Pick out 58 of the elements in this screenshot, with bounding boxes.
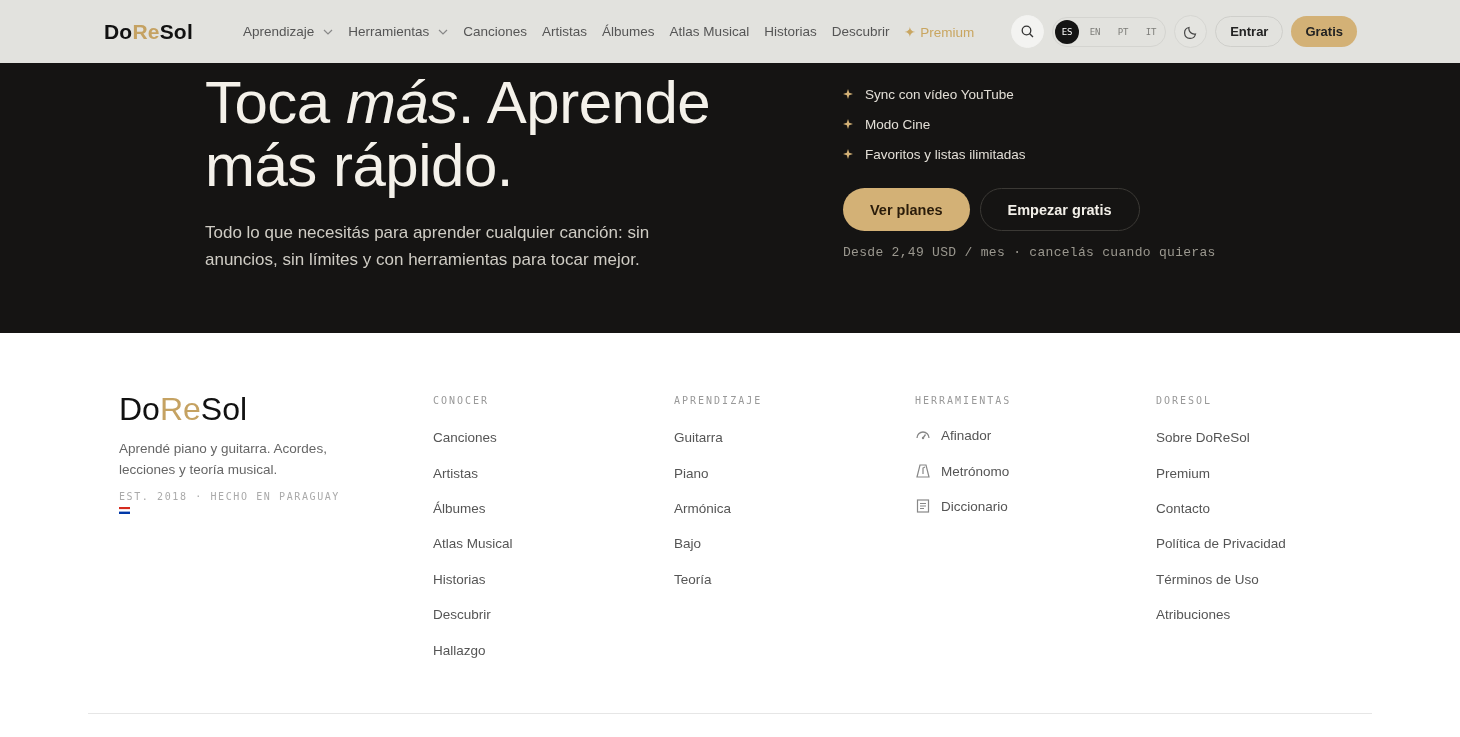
footer-link[interactable]: Diccionario [941,498,1008,514]
language-option[interactable]: ES [1055,19,1080,44]
footer-link[interactable]: Hallazgo [433,642,486,658]
nav-link[interactable]: Álbumes [602,24,655,39]
theme-toggle-button[interactable] [1174,15,1208,48]
footer-link[interactable]: Armónica [674,500,732,516]
footer-link[interactable]: Canciones [433,430,497,446]
sparkle-icon [843,89,853,99]
chevron-down-icon [323,28,334,35]
signup-button[interactable]: Gratis [1291,16,1357,47]
feature-text: Sync con vídeo YouTube [865,86,1014,102]
column-heading: APRENDIZAJE [674,395,764,406]
search-icon [1021,25,1035,38]
metronome-icon [915,463,931,480]
search-button[interactable] [1011,15,1045,48]
document-icon [915,498,931,515]
footer-link[interactable]: Términos de Uso [1156,571,1259,587]
footer-link[interactable]: Afinador [941,428,992,444]
nav-link[interactable]: Artistas [542,24,588,39]
nav-link[interactable]: Descubrir [831,24,890,39]
column-heading: HERRAMIENTAS [915,395,1013,406]
footer-link[interactable]: Bajo [674,536,702,552]
footer-link[interactable]: Sobre DoReSol [1156,430,1250,446]
chevron-down-icon [438,28,449,35]
nav-link[interactable]: Atlas Musical [669,24,750,39]
sparkle-icon [843,149,853,159]
moon-icon [1183,24,1198,39]
footer-link[interactable]: Guitarra [674,430,723,446]
footer-link[interactable]: Metrónomo [941,463,1010,479]
hero-description: Todo lo que necesitás para aprender cualquier canción: sin anuncios, sin límites y con herramientas para tocar mejor. [205,222,651,271]
logo[interactable]: DoReSol [104,19,193,44]
footer-link[interactable]: Contacto [1156,500,1211,516]
hero-heading: Toca más. Aprende más rápido. [205,71,712,197]
nav-link[interactable]: Aprendizaje [242,24,334,39]
footer-link[interactable]: Piano [674,465,709,481]
price-note: Desde 2,49 USD / mes · cancelás cuando quieras [843,245,1216,260]
column-heading: CONOCER [433,395,491,406]
footer-link[interactable]: Álbumes [433,500,486,516]
nav-link[interactable]: Canciones [463,24,528,39]
footer-link[interactable]: Historias [433,571,486,587]
sparkle-icon [843,119,853,129]
footer-link[interactable]: Atlas Musical [433,536,513,552]
established-note: EST. 2018 · HECHO EN PARAGUAY [119,491,341,502]
nav-link[interactable]: Historias [764,24,817,39]
feature-text: Modo Cine [865,116,931,132]
footer-link[interactable]: Premium [1156,465,1210,481]
footer-link[interactable]: Artistas [433,465,478,481]
feature-text: Favoritos y listas ilimitadas [865,146,1026,162]
column-heading: DORESOL [1156,395,1214,406]
flag-icon [119,507,130,514]
footer-link[interactable]: Teoría [674,571,712,587]
footer-link[interactable]: Descubrir [433,607,491,623]
view-plans-button[interactable]: Ver planes [843,188,970,231]
logo[interactable]: DoReSol [119,391,433,428]
footer-link[interactable]: Atribuciones [1156,607,1231,623]
nav-link[interactable]: Herramientas [348,24,449,39]
footer-link[interactable]: Política de Privacidad [1156,536,1286,552]
tagline: Aprendé piano y guitarra. Acordes, lecciones y teoría musical. [119,440,328,479]
